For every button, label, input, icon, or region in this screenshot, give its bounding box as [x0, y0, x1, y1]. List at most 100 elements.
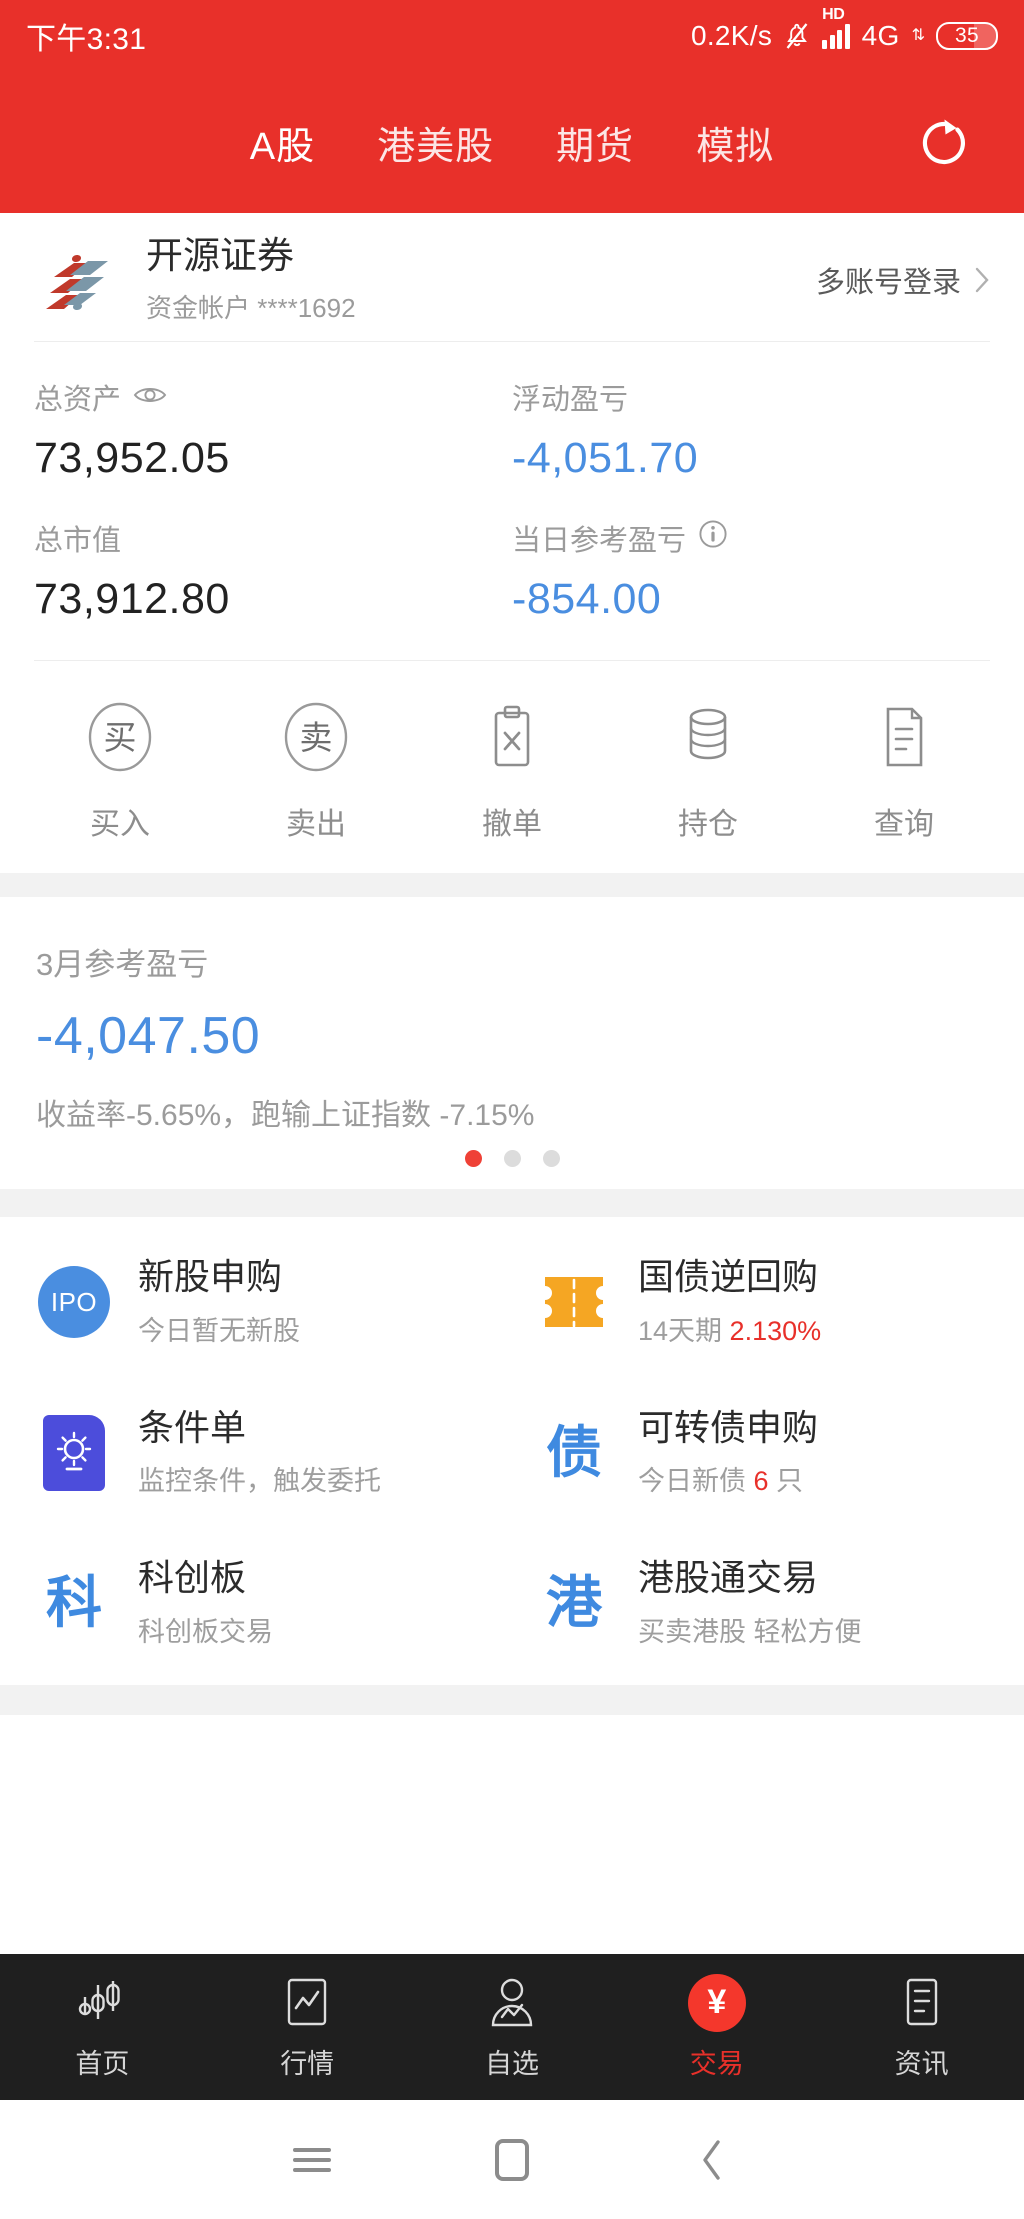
- action-cancel-order[interactable]: 撤单: [414, 697, 610, 843]
- trade-actions: 买 买入 卖 卖出 撤单 持仓 查询: [0, 661, 1024, 873]
- daily-pnl-label: 当日参考盈亏: [512, 525, 687, 557]
- feature-subtitle-suffix: 只: [768, 1466, 804, 1497]
- feature-conditional-order[interactable]: 条件单 监控条件，触发委托: [0, 1378, 512, 1529]
- action-positions[interactable]: 持仓: [610, 697, 806, 843]
- refresh-icon[interactable]: [916, 115, 972, 171]
- bottom-navigation: 首页 行情 自选 ¥ 交易 资讯: [0, 1954, 1024, 2100]
- star-market-glyph: 科: [46, 1571, 102, 1635]
- market-value-label: 总市值: [34, 525, 122, 557]
- feature-subtitle-text: 今日暂无新股: [138, 1315, 300, 1346]
- feature-subtitle-highlight: 2.130%: [729, 1315, 822, 1346]
- svg-text:买: 买: [104, 719, 137, 756]
- action-query-label: 查询: [874, 808, 934, 841]
- android-system-bar: [0, 2100, 1024, 2219]
- nav-home-label: 首页: [75, 2048, 130, 2079]
- hk-connect-glyph: 港: [546, 1571, 602, 1635]
- action-query[interactable]: 查询: [806, 697, 1002, 843]
- action-cancel-order-label: 撤单: [482, 808, 542, 841]
- hd-label: HD: [822, 6, 845, 23]
- nav-home[interactable]: 首页: [0, 1974, 205, 2081]
- daily-pnl-cell: 当日参考盈亏 -854.00: [512, 517, 990, 654]
- nav-trade-label: 交易: [689, 2048, 744, 2079]
- convertible-bond-glyph: 债: [546, 1420, 602, 1484]
- floating-pnl-value: -4,051.70: [512, 434, 699, 482]
- feature-new-share-subscription[interactable]: IPO 新股申购 今日暂无新股: [0, 1227, 512, 1378]
- tab-futures[interactable]: 期货: [556, 115, 634, 170]
- chevron-right-icon: [975, 267, 990, 293]
- total-assets-label: 总资产: [34, 384, 122, 416]
- action-buy[interactable]: 买 买入: [22, 697, 218, 843]
- feature-subtitle: 买卖港股 轻松方便: [638, 1610, 862, 1649]
- monthly-pnl-subtitle: 收益率-5.65%，跑输上证指数 -7.15%: [36, 1099, 535, 1132]
- nav-news[interactable]: 资讯: [819, 1974, 1024, 2081]
- action-sell[interactable]: 卖 卖出: [218, 697, 414, 843]
- market-tab-bar: A股 港美股 期货 模拟: [0, 72, 1024, 213]
- action-sell-label: 卖出: [286, 808, 346, 841]
- ipo-badge-text: IPO: [38, 1266, 110, 1339]
- section-spacer-3: [0, 1684, 1024, 1715]
- svg-text:卖: 卖: [300, 719, 333, 756]
- news-document-icon: [898, 1974, 946, 2032]
- back-chevron-icon[interactable]: [612, 2139, 812, 2181]
- star-market-icon: 科: [34, 1563, 114, 1643]
- ipo-badge-icon: IPO: [34, 1262, 114, 1342]
- carousel-dots: [36, 1150, 988, 1167]
- network-type: 4G: [861, 20, 900, 51]
- feature-subtitle: 14天期 2.130%: [638, 1309, 821, 1348]
- multi-account-login-label: 多账号登录: [815, 267, 961, 299]
- feature-grid: IPO 新股申购 今日暂无新股 国债逆回购 14天期 2.130% 条件单 监控…: [0, 1217, 1024, 1685]
- monthly-pnl-title: 3月参考盈亏: [36, 947, 209, 982]
- feature-row-3: 科 科创板 科创板交易 港 港股通交易 买卖港股 轻松方便: [0, 1528, 1024, 1679]
- feature-treasury-reverse-repo[interactable]: 国债逆回购 14天期 2.130%: [512, 1227, 1024, 1378]
- data-transfer-icon: ⇅: [911, 27, 925, 44]
- feature-subtitle-text: 今日新债: [638, 1466, 754, 1497]
- info-icon[interactable]: [698, 519, 728, 557]
- menu-icon[interactable]: [212, 2142, 412, 2178]
- broker-logo-icon: [34, 237, 120, 323]
- conditional-order-bulb-icon: [34, 1413, 114, 1493]
- feature-title: 科创板: [138, 1557, 247, 1599]
- market-value-value: 73,912.80: [34, 575, 230, 623]
- carousel-dot-2[interactable]: [503, 1150, 521, 1167]
- watchlist-person-icon: [485, 1974, 539, 2032]
- feature-row-2: 条件单 监控条件，触发委托 债 可转债申购 今日新债 6 只: [0, 1378, 1024, 1529]
- candlestick-icon: [73, 1974, 131, 2032]
- broker-name: 开源证券: [146, 235, 294, 277]
- feature-star-market[interactable]: 科 科创板 科创板交易: [0, 1528, 512, 1679]
- query-document-icon: [864, 697, 944, 777]
- multi-account-login-button[interactable]: 多账号登录: [816, 259, 990, 301]
- section-spacer-1: [0, 873, 1024, 897]
- carousel-dot-3[interactable]: [542, 1150, 560, 1167]
- total-assets-cell: 总资产 73,952.05: [34, 376, 512, 483]
- tab-simulation[interactable]: 模拟: [696, 115, 774, 170]
- nav-trade[interactable]: ¥ 交易: [614, 1973, 819, 2081]
- nav-market[interactable]: 行情: [205, 1974, 410, 2081]
- feature-subtitle-text: 买卖港股 轻松方便: [638, 1616, 862, 1647]
- hk-connect-icon: 港: [534, 1563, 614, 1643]
- app-screen: 下午3:31 0.2K/s HD 4G ⇅ 35 A股 港美股 期货 模拟 开源…: [0, 0, 1024, 2219]
- feature-convertible-bond-subscription[interactable]: 债 可转债申购 今日新债 6 只: [512, 1378, 1024, 1529]
- battery-indicator: 35: [936, 22, 998, 50]
- tab-a-shares[interactable]: A股: [250, 115, 315, 170]
- sell-circle-icon: 卖: [276, 697, 356, 777]
- convertible-bond-icon: 债: [534, 1413, 614, 1493]
- trade-yen-glyph: ¥: [687, 1973, 746, 2032]
- buy-circle-icon: 买: [80, 697, 160, 777]
- monthly-pnl-card[interactable]: 3月参考盈亏 -4,047.50 收益率-5.65%，跑输上证指数 -7.15%: [0, 897, 1024, 1189]
- feature-row-1: IPO 新股申购 今日暂无新股 国债逆回购 14天期 2.130%: [0, 1227, 1024, 1378]
- feature-hk-connect-trading[interactable]: 港 港股通交易 买卖港股 轻松方便: [512, 1528, 1024, 1679]
- feature-subtitle-text: 14天期: [638, 1315, 730, 1346]
- carousel-dot-1[interactable]: [464, 1150, 482, 1167]
- nav-watchlist[interactable]: 自选: [410, 1974, 615, 2081]
- feature-subtitle: 科创板交易: [138, 1610, 273, 1649]
- tab-hk-us-shares[interactable]: 港美股: [377, 115, 494, 170]
- feature-subtitle: 今日暂无新股: [138, 1309, 300, 1348]
- treasury-repo-ticket-icon: [534, 1262, 614, 1342]
- action-buy-label: 买入: [90, 808, 150, 841]
- feature-subtitle-highlight: 6: [753, 1466, 769, 1497]
- monthly-pnl-value: -4,047.50: [36, 1007, 261, 1065]
- eye-icon[interactable]: [133, 381, 167, 414]
- broker-account-row[interactable]: 开源证券 资金帐户 ****1692 多账号登录: [0, 213, 1024, 341]
- home-square-icon[interactable]: [412, 2138, 612, 2181]
- market-chart-icon: [282, 1974, 332, 2032]
